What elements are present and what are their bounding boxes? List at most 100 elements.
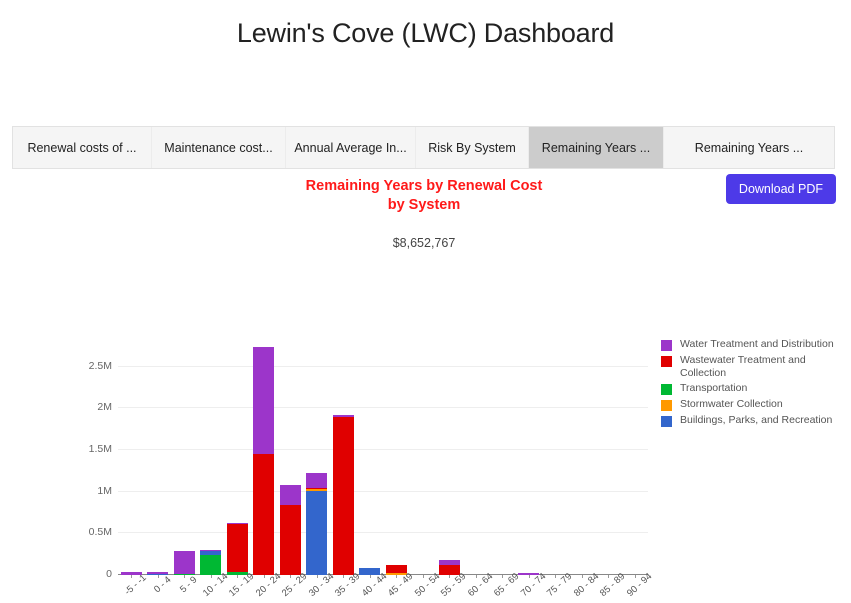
bar-group[interactable]: 90 - 94 <box>622 346 654 599</box>
stacked-bar[interactable] <box>438 559 460 575</box>
bar-segment[interactable] <box>306 490 328 575</box>
tab-bar: Renewal costs of ... Maintenance cost... A… <box>12 126 835 169</box>
x-axis-tick-label: 45 - 49 <box>386 570 416 599</box>
bar-segment[interactable] <box>173 550 195 574</box>
bar-segment[interactable] <box>200 554 222 575</box>
stacked-bar[interactable] <box>226 522 248 575</box>
x-axis-tick-label: 15 - 19 <box>227 570 257 599</box>
bar-group[interactable]: 25 - 29 <box>277 346 309 599</box>
bar-segment[interactable] <box>253 454 275 575</box>
y-axis-tick-label: 0 <box>106 568 112 580</box>
bar-group[interactable]: 20 - 24 <box>251 346 283 599</box>
bar-segment[interactable] <box>253 346 275 455</box>
dashboard-root: Lewin's Cove (LWC) Dashboard Renewal cos… <box>0 0 851 603</box>
x-axis-tick-mark <box>608 575 610 578</box>
stacked-bar[interactable] <box>332 414 354 575</box>
bar-group[interactable]: 0 - 4 <box>145 346 173 595</box>
plot-area: 2.5M 2M 1.5M 1M 0.5M 0 -5 - -1 0 - 45 - 9 10 - … <box>89 345 654 599</box>
bar-group[interactable]: 10 - 14 <box>198 346 230 599</box>
tab-5[interactable]: Remaining Years ... <box>664 127 834 168</box>
legend-item[interactable]: Stormwater Collection <box>661 398 847 411</box>
legend-item[interactable]: Water Treatment and Distribution <box>661 338 847 351</box>
x-axis-tick-label: 60 - 64 <box>465 570 495 599</box>
x-axis-tick-label: -5 - -1 <box>122 572 149 598</box>
stacked-bar[interactable] <box>279 484 301 575</box>
bar-group[interactable]: 85 - 89 <box>595 346 627 599</box>
bar-group[interactable]: 35 - 39 <box>330 346 362 599</box>
x-axis-tick-mark <box>237 575 239 578</box>
bar-segment[interactable] <box>226 524 248 572</box>
legend-item[interactable]: Wastewater Treatment and Collection <box>661 354 847 379</box>
x-axis-tick-mark <box>263 575 265 578</box>
x-axis-tick-mark <box>131 575 133 578</box>
bar-group[interactable]: 55 - 59 <box>436 346 468 599</box>
tab-3[interactable]: Risk By System <box>416 127 529 168</box>
bar-group[interactable]: 75 - 79 <box>542 346 574 599</box>
tab-1[interactable]: Maintenance cost... <box>152 127 286 168</box>
legend-swatch-icon <box>661 384 672 395</box>
bar-series-container: -5 - -1 0 - 45 - 9 10 - 14 15 - 19 20 - 24 25… <box>118 346 654 599</box>
stacked-bar[interactable] <box>253 346 275 575</box>
bar-segment[interactable] <box>332 416 354 575</box>
x-axis-tick-mark <box>475 575 477 578</box>
tab-4[interactable]: Remaining Years ... <box>529 127 664 168</box>
x-axis-tick-mark <box>634 575 636 578</box>
x-axis-tick-mark <box>422 575 424 578</box>
bar-group[interactable]: 45 - 49 <box>383 346 415 599</box>
legend-swatch-icon <box>661 356 672 367</box>
bar-group[interactable]: 15 - 19 <box>224 346 256 599</box>
x-axis-tick-label: 50 - 54 <box>412 570 442 599</box>
bar-segment[interactable] <box>385 564 407 573</box>
x-axis-tick-mark <box>396 575 398 578</box>
bar-group[interactable]: 80 - 84 <box>569 346 601 599</box>
tab-label: Maintenance cost... <box>164 140 273 155</box>
x-axis-tick-mark <box>184 575 186 578</box>
bar-segment[interactable] <box>279 484 301 505</box>
x-axis-tick-label: 90 - 94 <box>624 570 654 599</box>
bar-group[interactable]: 50 - 54 <box>410 346 442 599</box>
bar-group[interactable]: 40 - 44 <box>357 346 389 599</box>
x-axis-tick-label: 30 - 34 <box>306 570 336 599</box>
y-axis-tick-label: 2.5M <box>88 359 112 372</box>
stacked-bar[interactable] <box>200 550 222 575</box>
x-axis-tick-mark <box>316 575 318 578</box>
tab-0[interactable]: Renewal costs of ... <box>13 127 152 168</box>
bar-group[interactable]: 60 - 64 <box>463 346 495 599</box>
x-axis-tick-mark <box>157 575 159 578</box>
x-axis-tick-label: 70 - 74 <box>518 570 548 599</box>
legend-swatch-icon <box>661 400 672 411</box>
x-axis-tick-mark <box>528 575 530 578</box>
legend-item[interactable]: Buildings, Parks, and Recreation <box>661 414 847 427</box>
legend-swatch-icon <box>661 340 672 351</box>
x-axis-tick-label: 55 - 59 <box>439 570 469 599</box>
x-axis-tick-label: 75 - 79 <box>545 570 575 599</box>
legend-item[interactable]: Transportation <box>661 382 847 395</box>
bar-group[interactable]: 65 - 69 <box>489 346 521 599</box>
x-axis-tick-label: 40 - 44 <box>359 570 389 599</box>
chart-panel-title: Remaining Years by Renewal Cost by Syste… <box>305 178 543 213</box>
x-axis-tick-label: 35 - 39 <box>333 570 363 599</box>
x-axis-tick-label: 10 - 14 <box>200 570 230 599</box>
x-axis-tick-label: 0 - 4 <box>151 574 174 596</box>
stacked-bar[interactable] <box>173 550 195 575</box>
bar-group[interactable]: -5 - -1 <box>118 346 149 597</box>
x-axis-tick-label: 5 - 9 <box>178 574 200 596</box>
x-axis-tick-label: 85 - 89 <box>598 570 628 599</box>
bar-segment[interactable] <box>279 504 301 575</box>
bar-group[interactable]: 70 - 74 <box>516 346 548 599</box>
download-pdf-button[interactable]: Download PDF <box>725 174 836 204</box>
page-title: Lewin's Cove (LWC) Dashboard <box>236 18 615 48</box>
tab-label: Risk By System <box>428 140 516 155</box>
bar-group[interactable]: 5 - 9 <box>171 346 200 595</box>
tab-2[interactable]: Annual Average In... <box>286 127 416 168</box>
bar-segment[interactable] <box>306 472 328 489</box>
bar-group[interactable]: 30 - 34 <box>304 346 336 599</box>
x-axis-tick-label: 25 - 29 <box>280 570 310 599</box>
x-axis-tick-label: 80 - 84 <box>571 570 601 599</box>
y-axis-tick-label: 1M <box>97 484 112 497</box>
stacked-bar[interactable] <box>306 472 328 575</box>
y-axis-tick-label: 2M <box>97 401 112 414</box>
tab-label: Remaining Years ... <box>541 140 651 155</box>
legend-label: Water Treatment and Distribution <box>680 338 834 350</box>
chart-total-value: $8,652,767 <box>392 236 456 250</box>
